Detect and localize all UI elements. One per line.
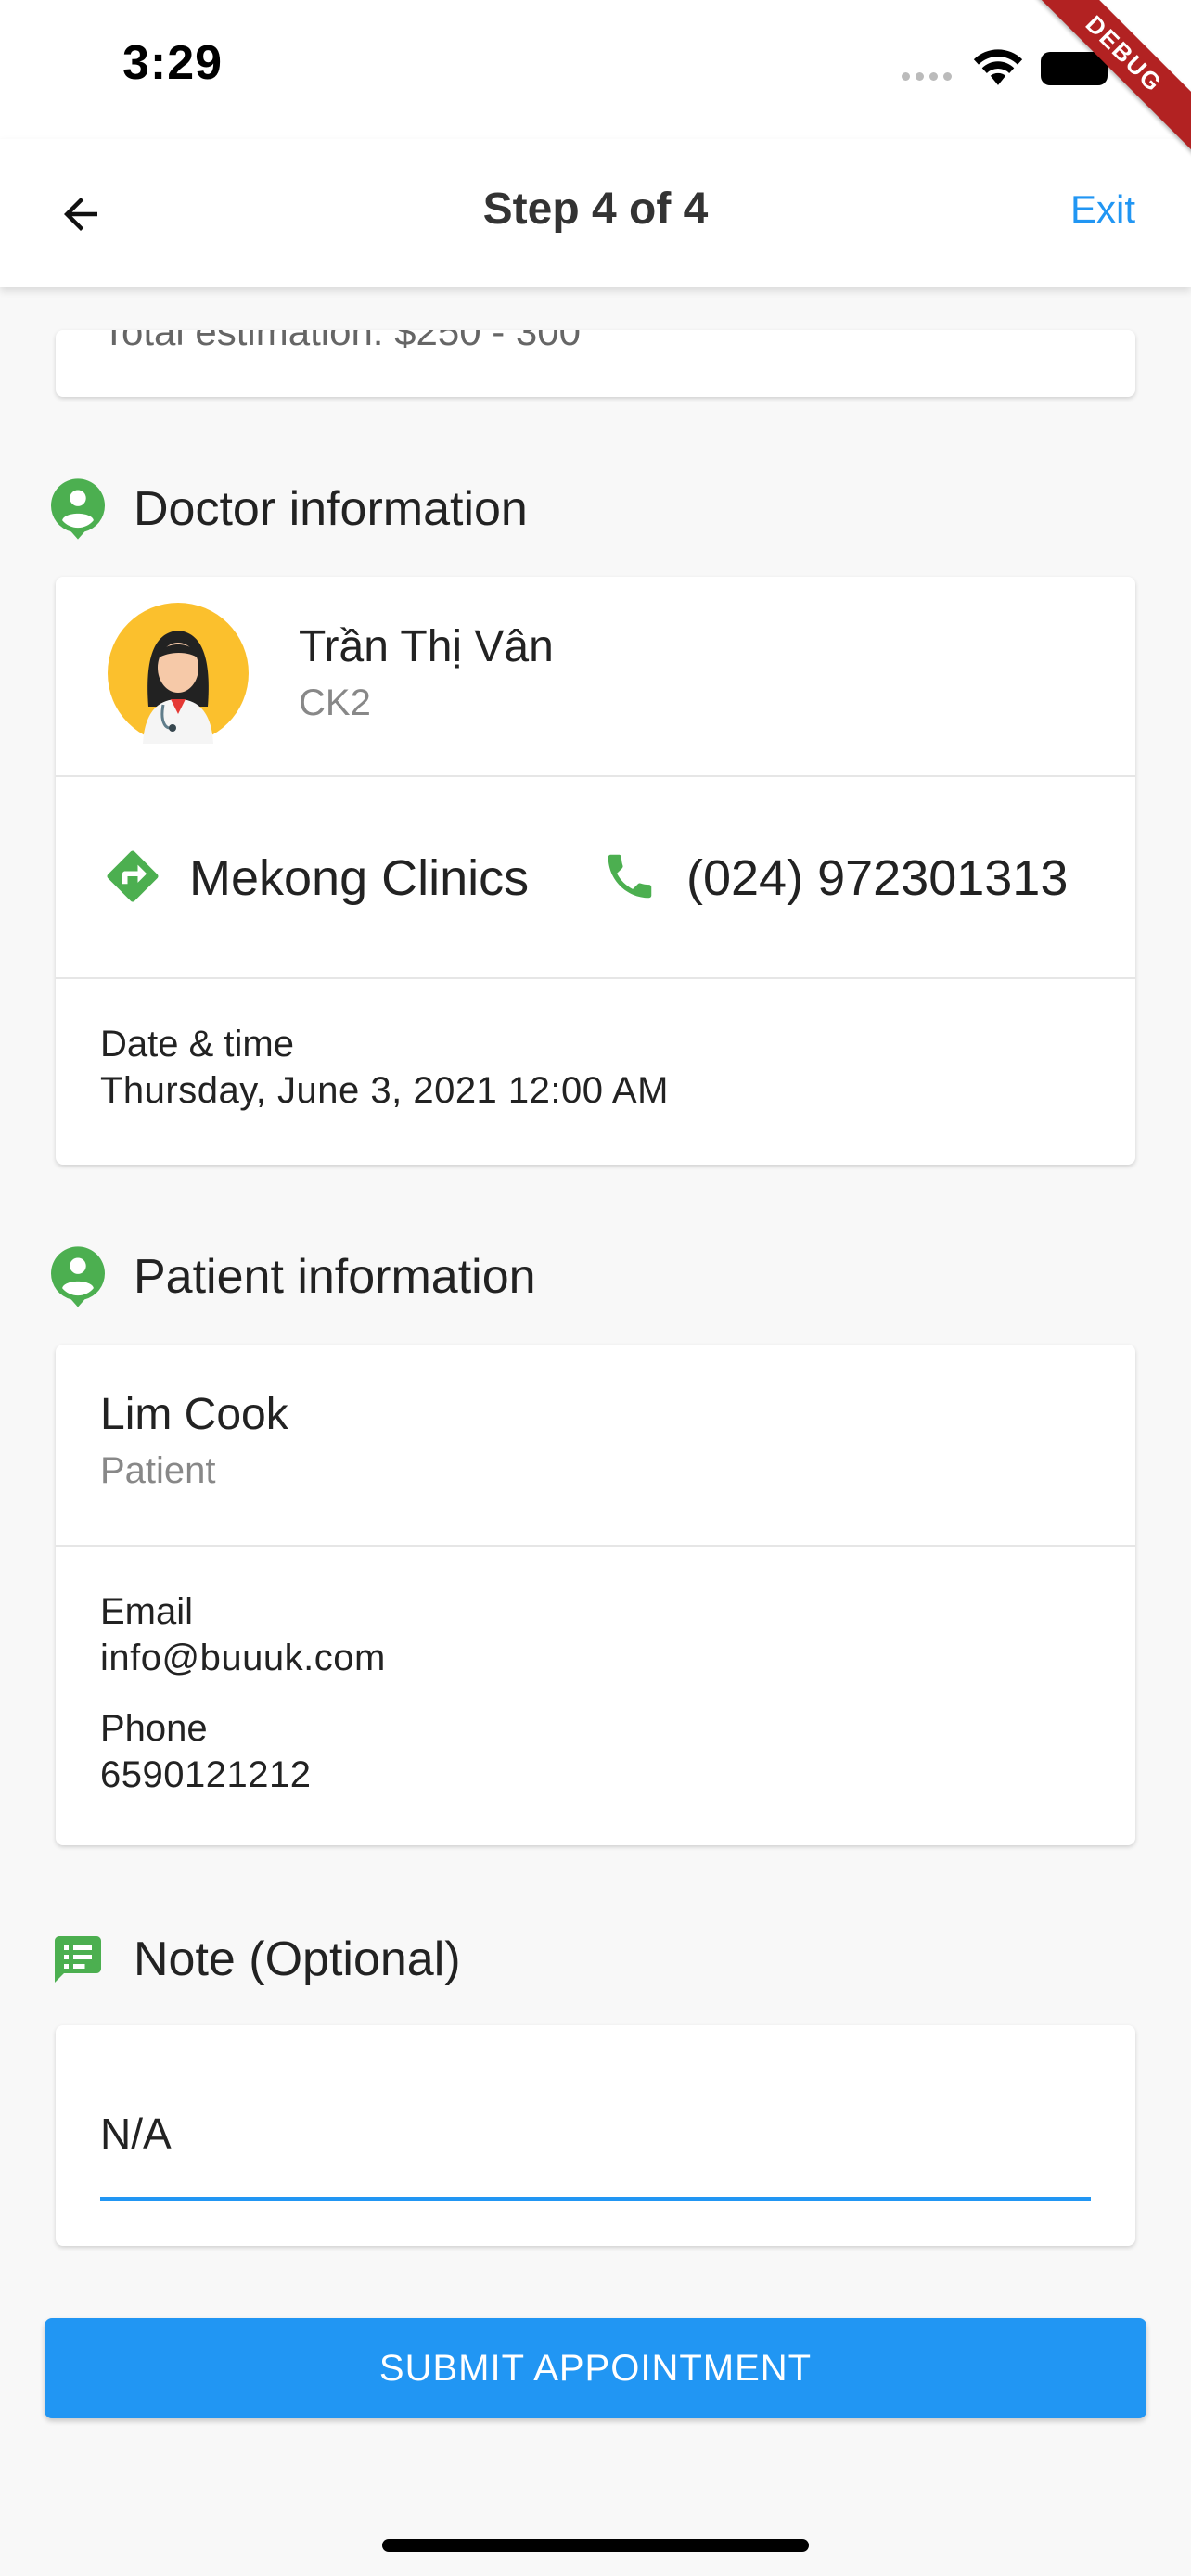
- doctor-section-title: Doctor information: [134, 482, 528, 536]
- page-title: Step 4 of 4: [482, 185, 709, 234]
- email-label: Email: [100, 1591, 194, 1632]
- doctor-degree: CK2: [299, 682, 371, 723]
- doctor-card: Trần Thị Vân CK2 Mekong Clinics (024) 97…: [56, 577, 1135, 1165]
- total-estimation-text: Total estimation: $250 - 300: [102, 330, 581, 353]
- app-bar: Step 4 of 4 Exit: [0, 139, 1191, 287]
- doctor-avatar: [108, 603, 249, 748]
- note-input-value[interactable]: N/A: [100, 2109, 172, 2159]
- patient-role: Patient: [100, 1450, 216, 1491]
- patient-name: Lim Cook: [100, 1390, 288, 1439]
- datetime-row: Date & time Thursday, June 3, 2021 12:00…: [56, 979, 1135, 1161]
- patient-contact-row: Email info@buuuk.com Phone 6590121212: [56, 1547, 1135, 1845]
- cellular-signal-icon: [902, 72, 952, 81]
- submit-appointment-button[interactable]: SUBMIT APPOINTMENT: [45, 2318, 1146, 2418]
- phone-value: 6590121212: [100, 1754, 312, 1795]
- doctor-phone-number[interactable]: (024) 972301313: [686, 849, 1068, 907]
- datetime-label: Date & time: [100, 1024, 294, 1065]
- note-card: N/A: [56, 2025, 1135, 2246]
- directions-icon[interactable]: [102, 846, 163, 912]
- estimation-card: Total estimation: $250 - 300: [56, 330, 1135, 397]
- wifi-icon: [972, 46, 1024, 92]
- clinic-row: Mekong Clinics (024) 972301313: [56, 777, 1135, 977]
- battery-icon: [1041, 52, 1108, 85]
- clinic-name: Mekong Clinics: [189, 850, 530, 906]
- patient-section-header: Patient information: [50, 1246, 536, 1307]
- patient-card: Lim Cook Patient Email info@buuuk.com Ph…: [56, 1345, 1135, 1845]
- doctor-section-header: Doctor information: [50, 478, 528, 540]
- person-pin-icon: [50, 478, 106, 540]
- note-input[interactable]: N/A: [100, 2086, 1091, 2201]
- email-value: info@buuuk.com: [100, 1638, 386, 1678]
- datetime-value: Thursday, June 3, 2021 12:00 AM: [100, 1070, 669, 1111]
- phone-label: Phone: [100, 1708, 208, 1749]
- doctor-name: Trần Thị Vân: [299, 622, 554, 671]
- chat-list-icon: [50, 1929, 106, 1990]
- status-bar: 3:29: [0, 0, 1191, 139]
- note-section-title: Note (Optional): [134, 1932, 461, 1986]
- status-time: 3:29: [122, 36, 224, 90]
- doctor-profile-row: Trần Thị Vân CK2: [56, 577, 1135, 775]
- person-pin-icon: [50, 1246, 106, 1307]
- phone-icon[interactable]: [601, 848, 659, 910]
- patient-section-title: Patient information: [134, 1250, 536, 1304]
- patient-profile-row: Lim Cook Patient: [56, 1345, 1135, 1545]
- exit-button[interactable]: Exit: [1070, 187, 1135, 232]
- home-indicator[interactable]: [382, 2539, 809, 2552]
- note-section-header: Note (Optional): [50, 1929, 461, 1990]
